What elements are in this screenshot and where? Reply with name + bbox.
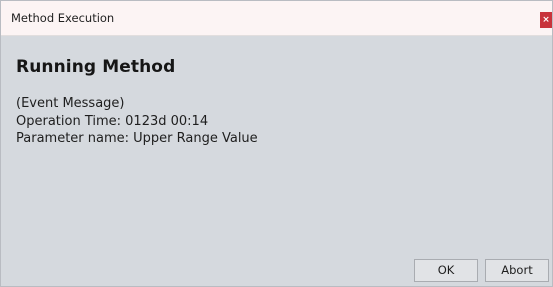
parameter-name-line: Parameter name: Upper Range Value	[16, 131, 258, 146]
event-message-line: (Event Message)	[16, 96, 125, 111]
operation-time-line: Operation Time: 0123d 00:14	[16, 113, 209, 129]
ok-button[interactable]: OK	[414, 259, 478, 282]
window-title: Method Execution	[11, 11, 115, 25]
title-bar[interactable]: Method Execution ×	[1, 1, 552, 36]
method-execution-dialog: Method Execution × Running Method (Event…	[0, 0, 553, 287]
page-title: Running Method	[16, 57, 176, 77]
message-text: (Event Message) Operation Time: 0123d 00…	[16, 95, 258, 148]
close-icon[interactable]: ×	[540, 12, 552, 28]
abort-button[interactable]: Abort	[485, 259, 549, 282]
